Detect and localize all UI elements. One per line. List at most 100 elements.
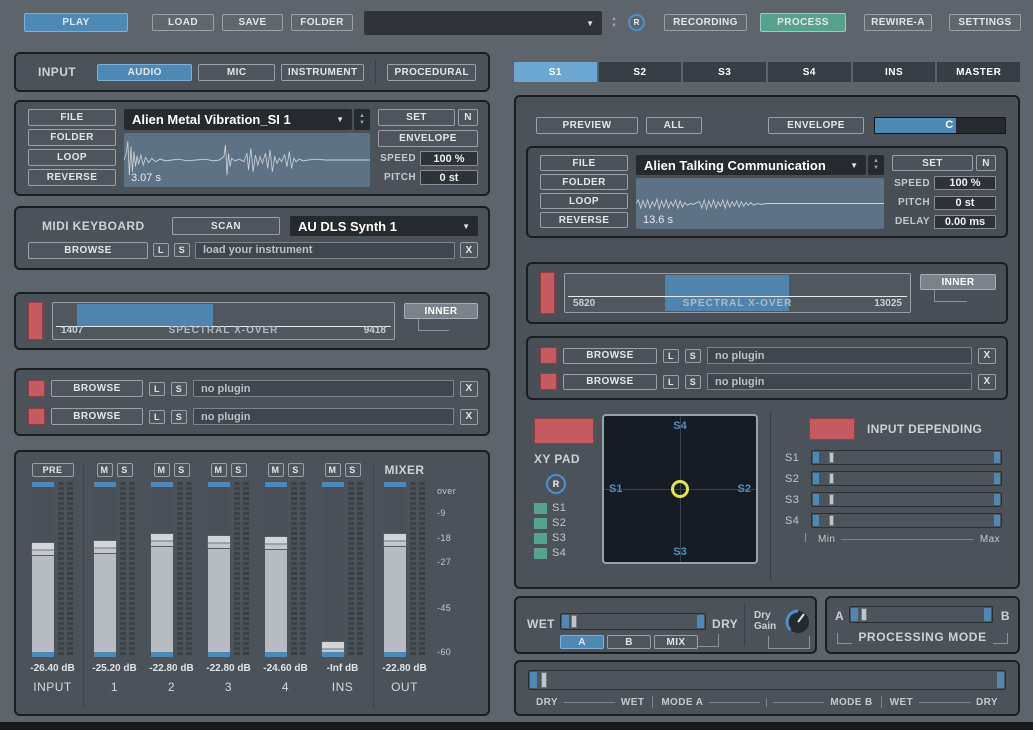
solo-button[interactable]: S — [174, 463, 190, 477]
loop-button[interactable]: LOOP — [540, 193, 628, 209]
xover-range-slider[interactable]: 5820 SPECTRAL X-OVER 13025 — [564, 273, 911, 313]
preset-stepper[interactable]: ▲ ▼ — [606, 11, 622, 35]
envelope-button[interactable]: ENVELOPE — [378, 130, 478, 147]
mode-b-button[interactable]: B — [607, 635, 651, 649]
rewire-button[interactable]: REWIRE-A — [864, 14, 932, 31]
reverse-button[interactable]: REVERSE — [540, 212, 628, 228]
solo-button[interactable]: S — [345, 463, 361, 477]
set-button[interactable]: SET — [378, 109, 455, 126]
plugin1-s-button[interactable]: S — [171, 382, 187, 396]
tab-s1[interactable]: S1 — [514, 62, 597, 82]
play-button[interactable]: PLAY — [24, 13, 128, 32]
plugin1-active-led[interactable] — [540, 347, 557, 364]
solo-button[interactable]: S — [288, 463, 304, 477]
plugin2-l-button[interactable]: L — [663, 375, 679, 389]
folder-button[interactable]: FOLDER — [28, 129, 116, 146]
solo-button[interactable]: S — [117, 463, 133, 477]
depending-active-led[interactable] — [809, 418, 855, 440]
tab-s4[interactable]: S4 — [768, 62, 851, 82]
xover-active-led[interactable] — [28, 302, 43, 340]
scan-button[interactable]: SCAN — [172, 217, 280, 235]
channel-fader[interactable] — [94, 482, 116, 657]
xover-range-slider[interactable]: 1407 SPECTRAL X-OVER 9418 — [52, 302, 395, 340]
channel-fader[interactable] — [151, 482, 173, 657]
s1-led[interactable] — [534, 503, 547, 514]
pitch-value[interactable]: 0 st — [934, 196, 996, 210]
plugin2-slot[interactable]: no plugin — [707, 373, 972, 390]
channel-fader[interactable] — [265, 482, 287, 657]
recording-button[interactable]: RECORDING — [664, 14, 747, 31]
input-tab-instrument[interactable]: INSTRUMENT — [281, 64, 365, 81]
input-fader[interactable] — [32, 482, 54, 657]
tab-s2[interactable]: S2 — [599, 62, 682, 82]
plugin1-clear-button[interactable]: X — [978, 348, 996, 364]
process-button[interactable]: PROCESS — [760, 13, 846, 32]
save-button[interactable]: SAVE — [222, 14, 283, 31]
synth-dropdown[interactable]: AU DLS Synth 1 ▼ — [290, 216, 478, 236]
morph-slider[interactable] — [528, 670, 1006, 690]
inner-button[interactable]: INNER — [920, 274, 996, 290]
folder-button[interactable]: FOLDER — [540, 174, 628, 190]
mute-button[interactable]: M — [325, 463, 341, 477]
speed-value[interactable]: 100 % — [934, 176, 996, 190]
plugin2-active-led[interactable] — [28, 408, 45, 425]
center-pan-slider[interactable]: C — [874, 117, 1006, 134]
plugin1-clear-button[interactable]: X — [460, 381, 478, 397]
loop-button[interactable]: LOOP — [28, 149, 116, 166]
preview-button[interactable]: PREVIEW — [536, 117, 638, 134]
plugin2-clear-button[interactable]: X — [460, 409, 478, 425]
waveform-display[interactable]: 3.07 s — [124, 133, 370, 187]
tab-ins[interactable]: INS — [853, 62, 936, 82]
xover-band[interactable] — [77, 304, 213, 326]
plugin2-slot[interactable]: no plugin — [193, 408, 454, 425]
plugin1-s-button[interactable]: S — [685, 349, 701, 363]
instrument-s-button[interactable]: S — [174, 243, 190, 257]
input-tab-mic[interactable]: MIC — [198, 64, 274, 81]
plugin1-l-button[interactable]: L — [663, 349, 679, 363]
xy-reset-button[interactable]: R — [546, 474, 566, 494]
tab-s3[interactable]: S3 — [683, 62, 766, 82]
input-tab-procedural[interactable]: PROCEDURAL — [387, 64, 476, 81]
depending-slider-s3[interactable] — [811, 492, 1002, 507]
mode-a-button[interactable]: A — [560, 635, 604, 649]
depending-slider-s1[interactable] — [811, 450, 1002, 465]
inner-button[interactable]: INNER — [404, 303, 478, 319]
speed-value[interactable]: 100 % — [420, 151, 478, 166]
sample-stepper[interactable]: ▲ ▼ — [354, 109, 370, 130]
channel-fader[interactable] — [322, 482, 344, 657]
plugin2-browse-button[interactable]: BROWSE — [51, 408, 143, 425]
dry-gain-knob[interactable] — [782, 606, 814, 638]
set-button[interactable]: SET — [892, 155, 973, 171]
plugin2-s-button[interactable]: S — [171, 410, 187, 424]
pre-button[interactable]: PRE — [32, 463, 74, 477]
plugin2-browse-button[interactable]: BROWSE — [563, 374, 657, 390]
waveform-display[interactable]: 13.6 s — [636, 178, 884, 229]
output-fader[interactable] — [384, 482, 406, 657]
file-button[interactable]: FILE — [28, 109, 116, 126]
s3-led[interactable] — [534, 533, 547, 544]
s2-led[interactable] — [534, 518, 547, 529]
xy-pad[interactable]: S4 S3 S1 S2 — [602, 414, 758, 564]
depending-slider-s2[interactable] — [811, 471, 1002, 486]
all-button[interactable]: ALL — [646, 117, 702, 134]
delay-value[interactable]: 0.00 ms — [934, 215, 996, 229]
file-button[interactable]: FILE — [540, 155, 628, 171]
mute-button[interactable]: M — [211, 463, 227, 477]
pitch-value[interactable]: 0 st — [420, 170, 478, 185]
instrument-l-button[interactable]: L — [153, 243, 169, 257]
browse-instrument-button[interactable]: BROWSE — [28, 242, 148, 259]
plugin1-slot[interactable]: no plugin — [707, 347, 972, 364]
mix-button[interactable]: MIX — [654, 635, 698, 649]
wet-dry-slider[interactable] — [560, 613, 706, 630]
processing-mode-slider[interactable] — [849, 606, 993, 623]
xy-active-led[interactable] — [534, 418, 594, 444]
input-tab-audio[interactable]: AUDIO — [97, 64, 192, 81]
mute-button[interactable]: M — [154, 463, 170, 477]
plugin2-clear-button[interactable]: X — [978, 374, 996, 390]
plugin1-l-button[interactable]: L — [149, 382, 165, 396]
depending-slider-s4[interactable] — [811, 513, 1002, 528]
sample-dropdown[interactable]: Alien Talking Communication ▼ — [636, 155, 866, 175]
envelope-button[interactable]: ENVELOPE — [768, 117, 864, 134]
plugin2-s-button[interactable]: S — [685, 375, 701, 389]
s4-led[interactable] — [534, 548, 547, 559]
